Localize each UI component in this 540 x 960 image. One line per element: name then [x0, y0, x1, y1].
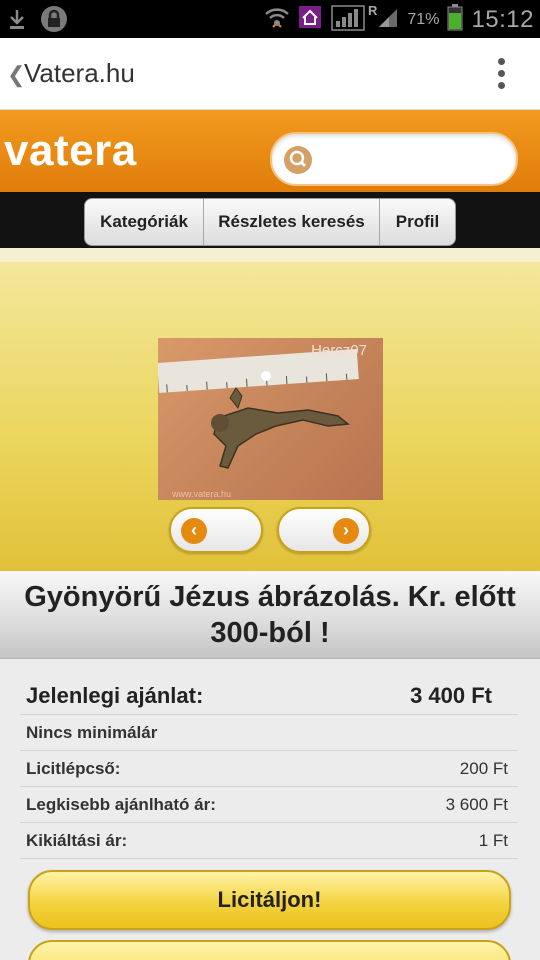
- bid-button[interactable]: Licitáljon!: [28, 870, 511, 930]
- current-bid-label: Jelenlegi ajánlat:: [26, 683, 204, 708]
- chevron-left-icon: ‹: [181, 518, 207, 544]
- roaming-indicator: R: [368, 3, 378, 18]
- clock: 15:12: [471, 5, 534, 33]
- browser-title[interactable]: Vatera.hu: [24, 58, 135, 89]
- bid-step-value: 200 Ft: [459, 759, 508, 778]
- search-icon[interactable]: [284, 146, 312, 174]
- nav-button-group: Kategóriák Részletes keresés Profil: [84, 198, 456, 246]
- start-price-row: Kikiáltási ár: 1 Ft: [20, 823, 518, 859]
- wifi-icon: [264, 5, 290, 34]
- product-photo[interactable]: Hercz07 www.vatera.hu: [158, 338, 383, 500]
- signal-icon: [330, 3, 366, 36]
- nav-profile-button[interactable]: Profil: [380, 199, 455, 245]
- bid-step-label: Licitlépcső:: [26, 759, 121, 778]
- overflow-menu-icon[interactable]: [498, 58, 506, 92]
- battery-percent: 71%: [407, 10, 440, 28]
- image-gallery: Hercz07 www.vatera.hu ‹ ›: [0, 248, 540, 571]
- product-title-bar: Gyönyörű Jézus ábrázolás. Kr. előtt 300-…: [0, 571, 540, 659]
- min-offer-row: Legkisebb ajánlható ár: 3 600 Ft: [20, 787, 518, 823]
- start-price-value: 1 Ft: [478, 831, 508, 850]
- secondary-action-button[interactable]: [28, 940, 511, 960]
- home-notification-icon: [298, 5, 322, 34]
- lock-icon: [40, 5, 68, 38]
- product-title: Gyönyörű Jézus ábrázolás. Kr. előtt 300-…: [24, 581, 516, 649]
- nav-advanced-search-button[interactable]: Részletes keresés: [204, 199, 380, 245]
- next-image-button[interactable]: ›: [277, 507, 371, 553]
- photo-watermark: Hercz07: [311, 342, 367, 359]
- min-offer-value: 3 600 Ft: [445, 795, 508, 814]
- status-bar: R 71% 15:12: [0, 0, 540, 38]
- nav-bar: Kategóriák Részletes keresés Profil: [0, 192, 540, 248]
- download-icon: [8, 7, 26, 36]
- vatera-logo[interactable]: vatera: [4, 126, 137, 176]
- bid-step-row: Licitlépcső: 200 Ft: [20, 751, 518, 787]
- min-offer-label: Legkisebb ajánlható ár:: [26, 795, 216, 814]
- no-min-price-row: Nincs minimálár: [20, 715, 518, 751]
- battery-icon: [447, 3, 463, 36]
- chevron-right-icon: ›: [333, 518, 359, 544]
- photo-url-watermark: www.vatera.hu: [172, 489, 232, 499]
- no-min-price-label: Nincs minimálár: [26, 723, 158, 742]
- signal-strength-icon: [377, 5, 399, 34]
- back-chevron-icon[interactable]: ❮: [7, 62, 25, 88]
- site-header: vatera: [0, 110, 540, 192]
- prev-image-button[interactable]: ‹: [169, 507, 263, 553]
- start-price-label: Kikiáltási ár:: [26, 831, 128, 850]
- current-bid-value: 3 400 Ft: [410, 683, 492, 708]
- browser-bar: ❮ Vatera.hu: [0, 38, 540, 110]
- current-bid-row: Jelenlegi ajánlat: 3 400 Ft: [20, 673, 518, 715]
- search-input[interactable]: [270, 132, 518, 186]
- nav-categories-button[interactable]: Kategóriák: [85, 199, 204, 245]
